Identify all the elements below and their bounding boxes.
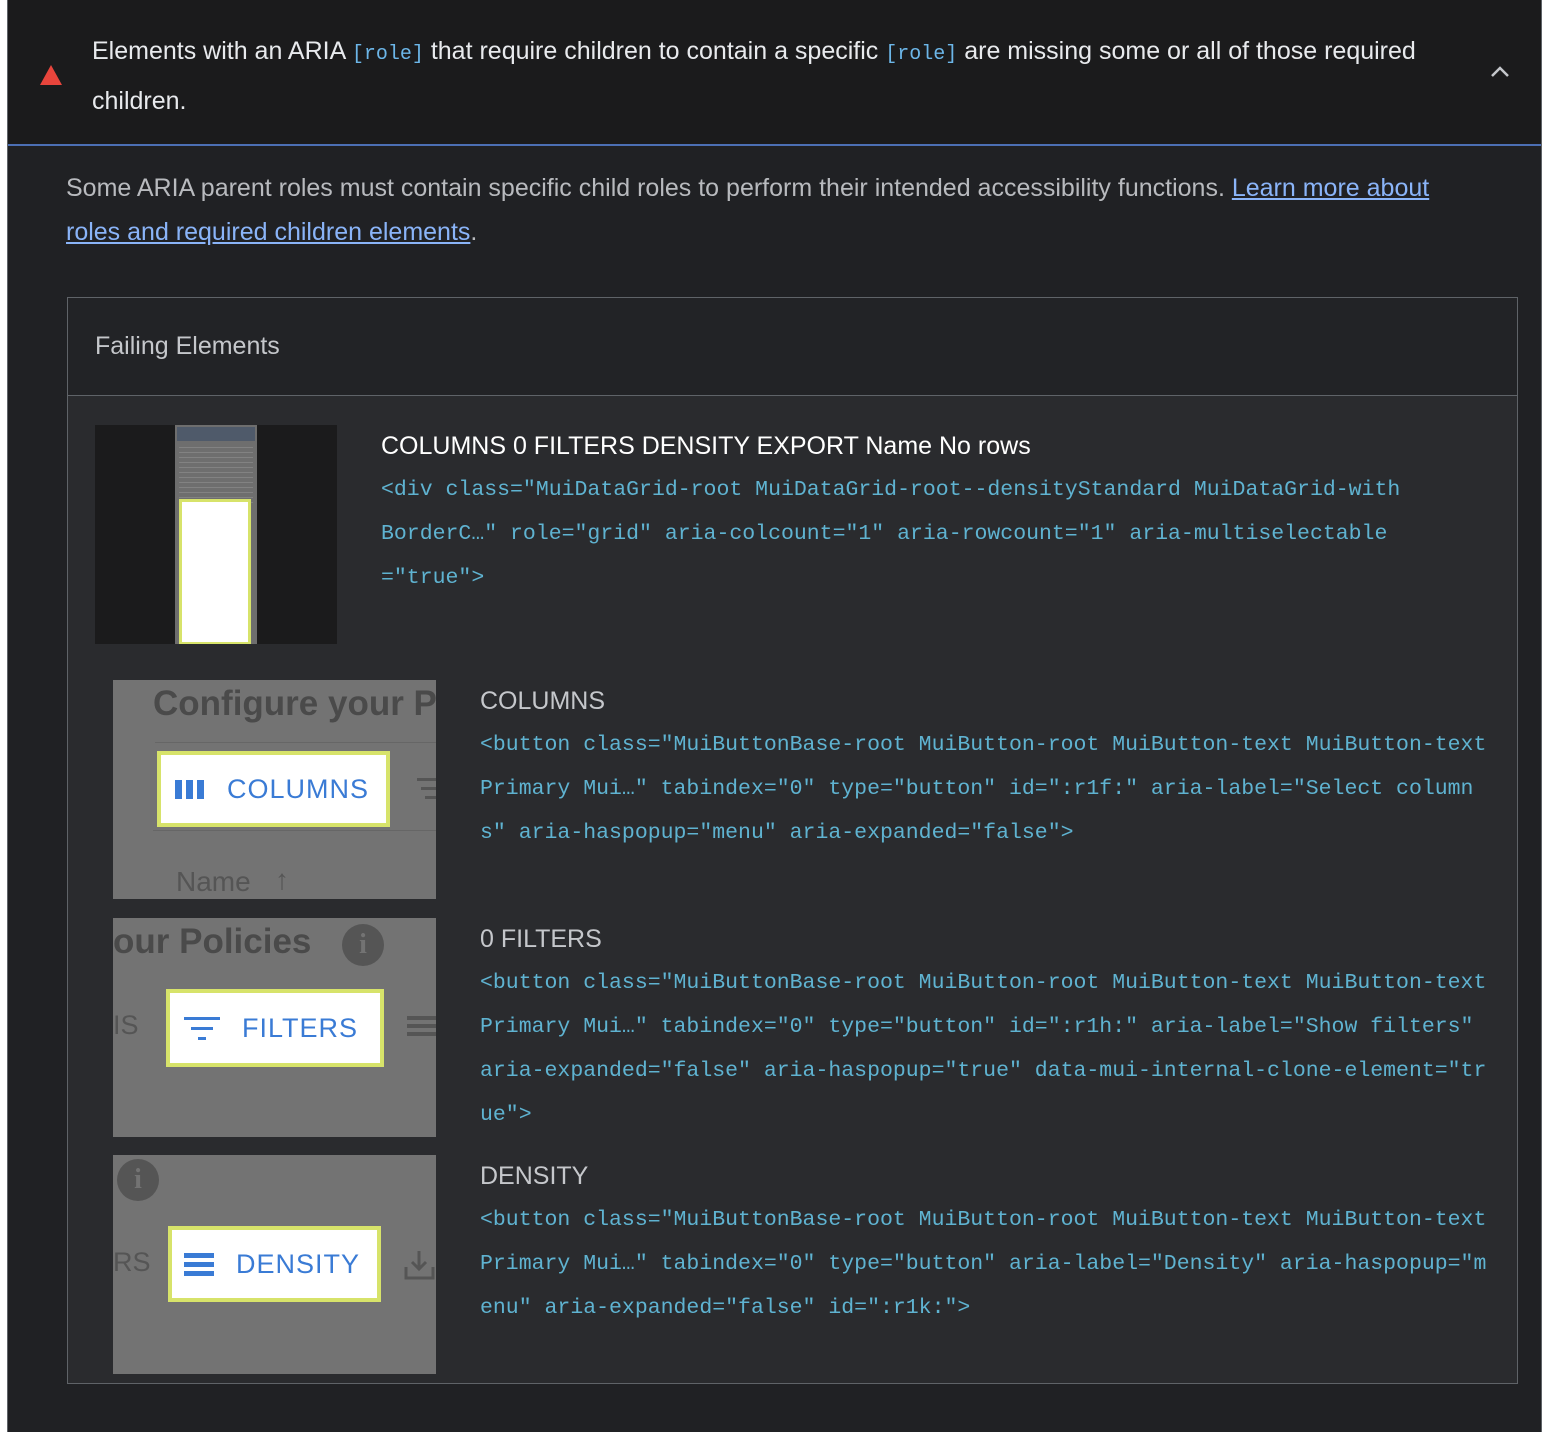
info-icon: i (342, 924, 384, 966)
density-icon (407, 1016, 436, 1036)
failing-elements-table: Failing Elements COLUMNS 0 FILTERS DENSI… (67, 297, 1518, 1384)
role-code: [role] (885, 43, 958, 66)
failing-elements-title: Failing Elements (95, 332, 280, 360)
thumb-highlighted-button: FILTERS (166, 989, 384, 1067)
audit-header[interactable]: Elements with an ARIA [role] that requir… (8, 0, 1541, 146)
thumb-button-label: DENSITY (236, 1248, 361, 1279)
thumb-context-text: IS (113, 1010, 139, 1040)
description-text: Some ARIA parent roles must contain spec… (66, 174, 1232, 202)
export-icon (404, 1251, 435, 1280)
page-preview-header (177, 427, 255, 441)
filter-icon (417, 778, 436, 799)
page-preview (175, 425, 257, 644)
failing-elements-header: Failing Elements (68, 298, 1517, 396)
info-icon: i (117, 1159, 159, 1201)
thumb-highlighted-button: DENSITY (168, 1226, 381, 1302)
columns-icon (175, 780, 204, 799)
thumb-divider (155, 742, 436, 743)
node-snippet[interactable]: <button class="MuiButtonBase-root MuiBut… (480, 1198, 1490, 1330)
title-text: Elements with an ARIA (92, 37, 352, 65)
audit-panel: Elements with an ARIA [role] that requir… (7, 0, 1542, 1432)
sort-arrow-icon: ↑ (275, 864, 289, 895)
thumb-context-text: Name (176, 866, 251, 897)
node-screenshot-thumbnail: our Policies i IS FILTERS (113, 918, 436, 1137)
page-preview-text (179, 447, 253, 507)
thumb-context-text: our Policies (113, 922, 312, 961)
audit-description: Some ARIA parent roles must contain spec… (66, 166, 1486, 254)
thumb-button-label: COLUMNS (227, 773, 370, 804)
thumb-divider (153, 830, 436, 831)
node-label: DENSITY (480, 1162, 589, 1190)
warning-triangle-icon (40, 65, 62, 85)
node-snippet[interactable]: <div class="MuiDataGrid-root MuiDataGrid… (381, 468, 1411, 600)
title-text: that require children to contain a speci… (423, 37, 886, 65)
node-screenshot-thumbnail: i RS DENSITY (113, 1155, 436, 1374)
highlighted-element (179, 499, 251, 644)
filter-icon (184, 1017, 220, 1040)
role-code: [role] (351, 43, 424, 66)
thumb-context-text: RS (113, 1247, 151, 1277)
description-end: . (470, 218, 478, 246)
node-label: 0 FILTERS (480, 925, 602, 953)
node-label: COLUMNS 0 FILTERS DENSITY EXPORT Name No… (381, 432, 1031, 460)
density-icon (184, 1253, 214, 1276)
node-screenshot-thumbnail: Configure your P Name ↑ COLUMNS (113, 680, 436, 899)
chevron-up-icon[interactable] (1488, 60, 1512, 84)
audit-title: Elements with an ARIA [role] that requir… (92, 28, 1432, 124)
thumb-button-label: FILTERS (242, 1012, 359, 1043)
node-snippet[interactable]: <button class="MuiButtonBase-root MuiBut… (480, 961, 1490, 1137)
node-snippet[interactable]: <button class="MuiButtonBase-root MuiBut… (480, 723, 1490, 855)
node-label: COLUMNS (480, 687, 606, 715)
thumb-highlighted-button: COLUMNS (157, 751, 390, 827)
node-screenshot-thumbnail (95, 425, 337, 644)
thumb-context-text: Configure your P (153, 684, 436, 723)
